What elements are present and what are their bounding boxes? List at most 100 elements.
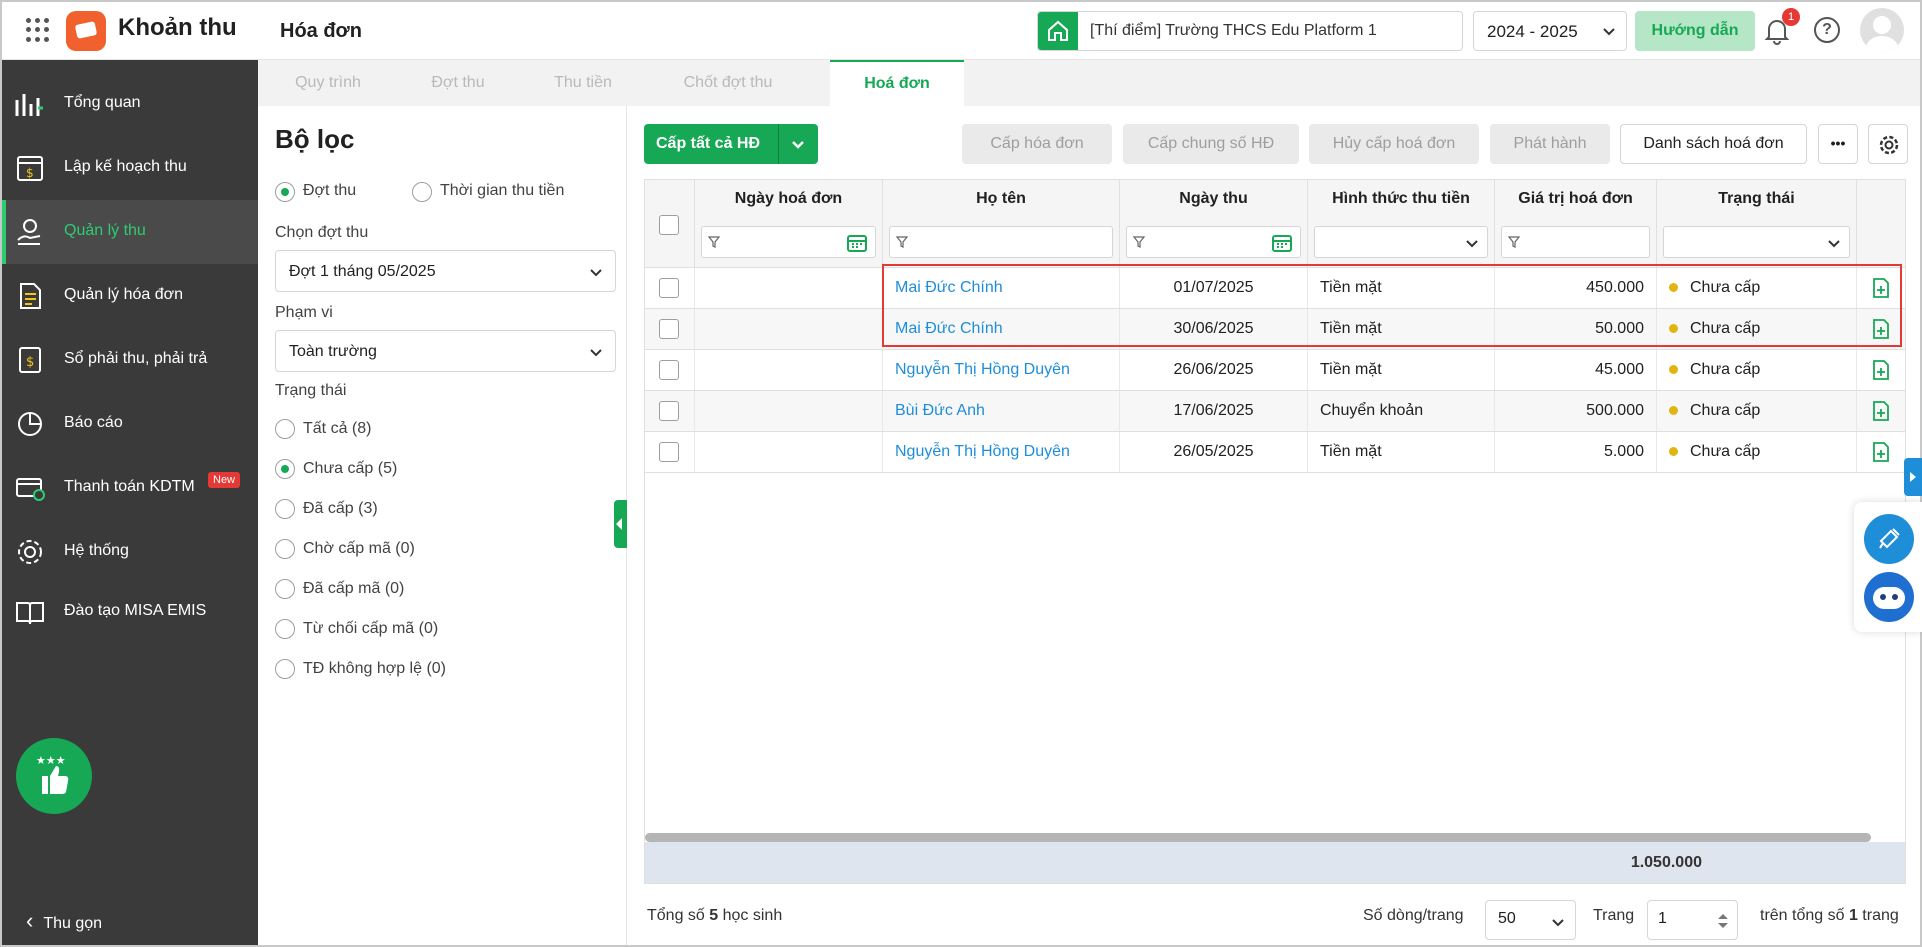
collapse-button[interactable]: ‹ Thu gọn <box>26 908 102 934</box>
status-radio[interactable] <box>275 579 295 599</box>
sidebar-item-system[interactable]: Hệ thống <box>2 520 258 584</box>
sidebar-item-payment[interactable]: Thanh toán KDTM New <box>2 456 258 520</box>
status-filter[interactable] <box>1663 226 1850 258</box>
invoice-date-filter[interactable] <box>701 226 876 258</box>
status-radio[interactable] <box>275 619 295 639</box>
name-filter[interactable] <box>889 226 1113 258</box>
row-checkbox[interactable] <box>659 401 679 421</box>
status-radio[interactable] <box>275 459 295 479</box>
announcement-button[interactable] <box>1864 514 1914 564</box>
student-name-link[interactable]: Nguyễn Thị Hồng Duyên <box>883 432 1120 472</box>
status-radio[interactable] <box>275 419 295 439</box>
top-bar: Khoản thu Hóa đơn [Thí điểm] Trường THCS… <box>2 2 1920 60</box>
student-name-link[interactable]: Bùi Đức Anh <box>883 391 1120 431</box>
home-icon[interactable] <box>1038 12 1078 50</box>
method-filter[interactable] <box>1314 226 1488 258</box>
sidebar-item-ledger[interactable]: $ Sổ phải thu, phải trả <box>2 328 258 392</box>
table-row[interactable]: Bùi Đức Anh 17/06/2025 Chuyển khoản 500.… <box>645 391 1905 432</box>
rows-per-page-select[interactable]: 50 <box>1485 900 1576 940</box>
tab-periods[interactable]: Đợt thu <box>398 60 518 106</box>
row-checkbox[interactable] <box>659 442 679 462</box>
row-checkbox[interactable] <box>659 360 679 380</box>
chevron-down-icon <box>1552 919 1564 927</box>
select-cell <box>645 268 695 308</box>
sidebar-item-reports[interactable]: Báo cáo <box>2 392 258 456</box>
tab-collect[interactable]: Thu tiền <box>518 60 648 106</box>
invoice-list-button[interactable]: Danh sách hoá đơn <box>1620 124 1807 164</box>
method-cell: Chuyển khoản <box>1308 391 1495 431</box>
status-radio[interactable] <box>275 499 295 519</box>
calendar-icon[interactable] <box>1272 233 1292 253</box>
status-option-label: Tất cả (8) <box>303 420 372 437</box>
status-cell: Chưa cấp <box>1657 432 1857 472</box>
select-all-checkbox[interactable] <box>659 215 679 235</box>
action-cell <box>1857 350 1905 390</box>
horizontal-scrollbar[interactable] <box>645 833 1871 842</box>
stepper-icon[interactable] <box>1717 911 1729 931</box>
svg-text:$: $ <box>26 355 34 370</box>
tab-process[interactable]: Quy trình <box>258 60 398 106</box>
table-row[interactable]: Nguyễn Thị Hồng Duyên 26/06/2025 Tiền mặ… <box>645 350 1905 391</box>
column-header: Ngày hoá đơn <box>734 190 843 207</box>
tab-invoices[interactable]: Hoá đơn <box>830 60 964 106</box>
page-title: Hóa đơn <box>280 20 362 42</box>
app-grid-icon[interactable] <box>26 18 50 42</box>
issue-shared-number-button[interactable]: Cấp chung số HĐ <box>1123 124 1299 164</box>
add-invoice-icon[interactable] <box>1872 401 1890 421</box>
year-value: 2024 - 2025 <box>1487 22 1578 41</box>
add-invoice-icon[interactable] <box>1872 442 1890 462</box>
page-total: trên tổng số 1 trang <box>1760 907 1899 924</box>
total-amount: 1.050.000 <box>1630 854 1702 871</box>
chatbot-button[interactable] <box>1864 572 1914 622</box>
paid-date-filter[interactable] <box>1126 226 1301 258</box>
add-invoice-icon[interactable] <box>1872 360 1890 380</box>
help-icon[interactable]: ? <box>1814 17 1840 43</box>
tab-close-period[interactable]: Chốt đợt thu <box>648 60 808 106</box>
row-checkbox[interactable] <box>659 278 679 298</box>
more-options-button[interactable]: ••• <box>1818 124 1858 164</box>
scope-select[interactable]: Toàn trường <box>275 330 616 372</box>
scope-label: Phạm vi <box>275 304 333 321</box>
app-name: Khoản thu <box>118 14 237 41</box>
sidebar-item-label: Hệ thống <box>64 542 129 559</box>
tab-bar: Quy trình Đợt thu Thu tiền Chốt đợt thu … <box>258 60 1920 106</box>
sidebar-item-plan[interactable]: $ Lập kế hoạch thu <box>2 136 258 200</box>
row-checkbox[interactable] <box>659 319 679 339</box>
settings-button[interactable] <box>1868 124 1908 164</box>
status-option-label: Đã cấp (3) <box>303 500 378 517</box>
cancel-issue-button[interactable]: Hủy cấp hoá đơn <box>1309 124 1479 164</box>
guide-button[interactable]: Hướng dẫn <box>1635 11 1755 51</box>
column-header: Hình thức thu tiền <box>1332 190 1470 207</box>
column-header: Ngày thu <box>1179 190 1248 207</box>
sidebar-item-collection[interactable]: Quản lý thu <box>2 200 258 264</box>
avatar[interactable] <box>1860 8 1904 52</box>
issue-invoice-button[interactable]: Cấp hóa đơn <box>962 124 1112 164</box>
amount-cell: 5.000 <box>1495 432 1657 472</box>
filter-collapse-handle[interactable] <box>614 500 627 548</box>
radio-by-time[interactable] <box>412 182 432 202</box>
issue-all-button[interactable]: Cấp tất cả HĐ <box>644 124 818 164</box>
school-selector[interactable]: [Thí điểm] Trường THCS Edu Platform 1 <box>1037 11 1463 51</box>
page-input[interactable]: 1 <box>1647 900 1738 940</box>
column-actions <box>1857 180 1905 268</box>
radio-by-period[interactable] <box>275 182 295 202</box>
status-radio[interactable] <box>275 539 295 559</box>
rating-button[interactable]: ★★★ <box>16 738 92 814</box>
sidebar-item-training[interactable]: Đào tạo MISA EMIS <box>2 580 258 644</box>
pie-chart-icon <box>18 412 42 436</box>
status-option-label: TĐ không hợp lệ (0) <box>303 660 446 677</box>
table-row[interactable]: Nguyễn Thị Hồng Duyên 26/05/2025 Tiền mặ… <box>645 432 1905 473</box>
student-name-link[interactable]: Nguyễn Thị Hồng Duyên <box>883 350 1120 390</box>
ledger-icon: $ <box>19 347 41 373</box>
chevron-down-icon[interactable] <box>790 136 806 152</box>
publish-button[interactable]: Phát hành <box>1490 124 1610 164</box>
calendar-icon[interactable] <box>847 233 867 253</box>
right-panel-toggle[interactable] <box>1904 458 1922 496</box>
status-radio[interactable] <box>275 659 295 679</box>
sidebar-item-overview[interactable]: Tổng quan <box>2 72 258 136</box>
filter-icon <box>896 236 908 248</box>
year-select[interactable]: 2024 - 2025 <box>1473 11 1627 51</box>
sidebar-item-invoices[interactable]: Quản lý hóa đơn <box>2 264 258 328</box>
amount-filter[interactable] <box>1501 226 1650 258</box>
period-select[interactable]: Đợt 1 tháng 05/2025 <box>275 250 616 292</box>
